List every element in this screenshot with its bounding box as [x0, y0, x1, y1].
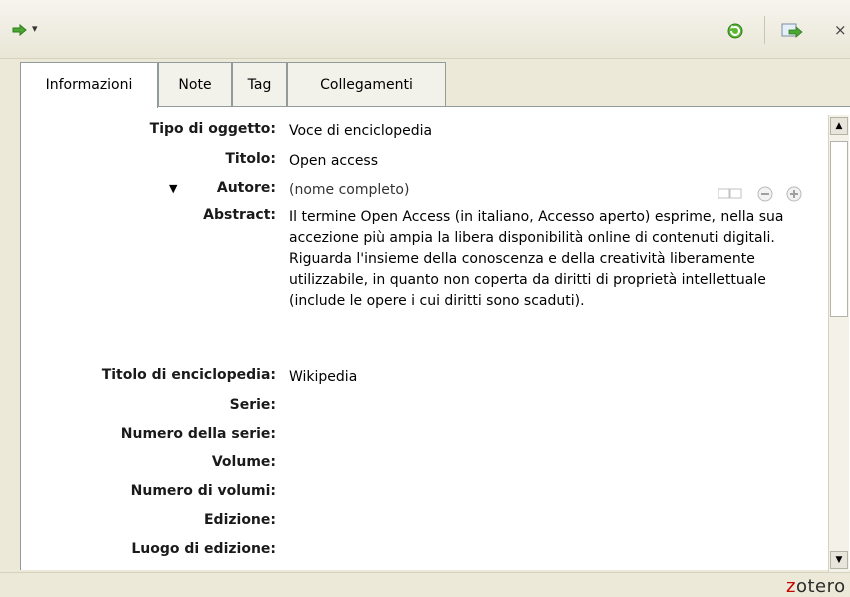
field-label: Abstract:	[203, 207, 276, 223]
title-value[interactable]: Open access	[289, 151, 819, 172]
field-label[interactable]: Autore:	[217, 180, 276, 196]
field-label: Edizione:	[203, 512, 276, 528]
logo-rest: otero	[795, 576, 846, 597]
tab-informazioni[interactable]: Informazioni	[20, 62, 158, 108]
field-label: Numero della serie:	[120, 426, 276, 442]
tab-tag[interactable]: Tag	[232, 62, 287, 106]
logo-z: z	[786, 576, 796, 597]
add-creator-icon	[786, 186, 802, 202]
scroll-up-button[interactable]: ▲	[830, 117, 848, 135]
zotero-logo: zotero	[786, 576, 846, 597]
green-arrow-icon[interactable]	[12, 23, 28, 40]
toolbar: ▾ ×	[0, 0, 850, 59]
vertical-scrollbar[interactable]: ▲ ▼	[828, 115, 849, 573]
status-bar: zotero	[0, 572, 850, 597]
item-type-value[interactable]: Voce di enciclopedia	[289, 121, 819, 142]
scroll-thumb[interactable]	[830, 141, 848, 317]
locate-icon[interactable]	[781, 22, 803, 44]
item-info-panel: Tipo di oggetto: Voce di enciclopedia Ti…	[20, 106, 850, 570]
close-icon[interactable]: ×	[834, 21, 847, 39]
field-label: Titolo:	[225, 151, 276, 167]
encyclopedia-title-value[interactable]: Wikipedia	[289, 367, 819, 388]
tab-note[interactable]: Note	[158, 62, 232, 106]
creator-toggle-icon[interactable]: ▼	[169, 182, 177, 195]
abstract-value[interactable]: Il termine Open Access (in italiano, Acc…	[289, 207, 819, 312]
sync-icon[interactable]	[726, 22, 744, 44]
field-label: Volume:	[211, 454, 276, 470]
switch-field-mode-icon	[717, 188, 742, 199]
field-label: Serie:	[229, 397, 276, 413]
field-label: Tipo di oggetto:	[149, 121, 276, 137]
nav-dropdown-icon[interactable]: ▾	[32, 22, 38, 35]
scroll-down-button[interactable]: ▼	[830, 551, 848, 569]
remove-creator-icon	[757, 186, 773, 202]
field-label: Luogo di edizione:	[131, 541, 276, 557]
field-label: Titolo di enciclopedia:	[101, 367, 276, 383]
tab-collegamenti[interactable]: Collegamenti	[287, 62, 446, 106]
toolbar-separator	[764, 16, 765, 44]
creator-tools	[717, 185, 828, 207]
field-label: Numero di volumi:	[130, 483, 276, 499]
